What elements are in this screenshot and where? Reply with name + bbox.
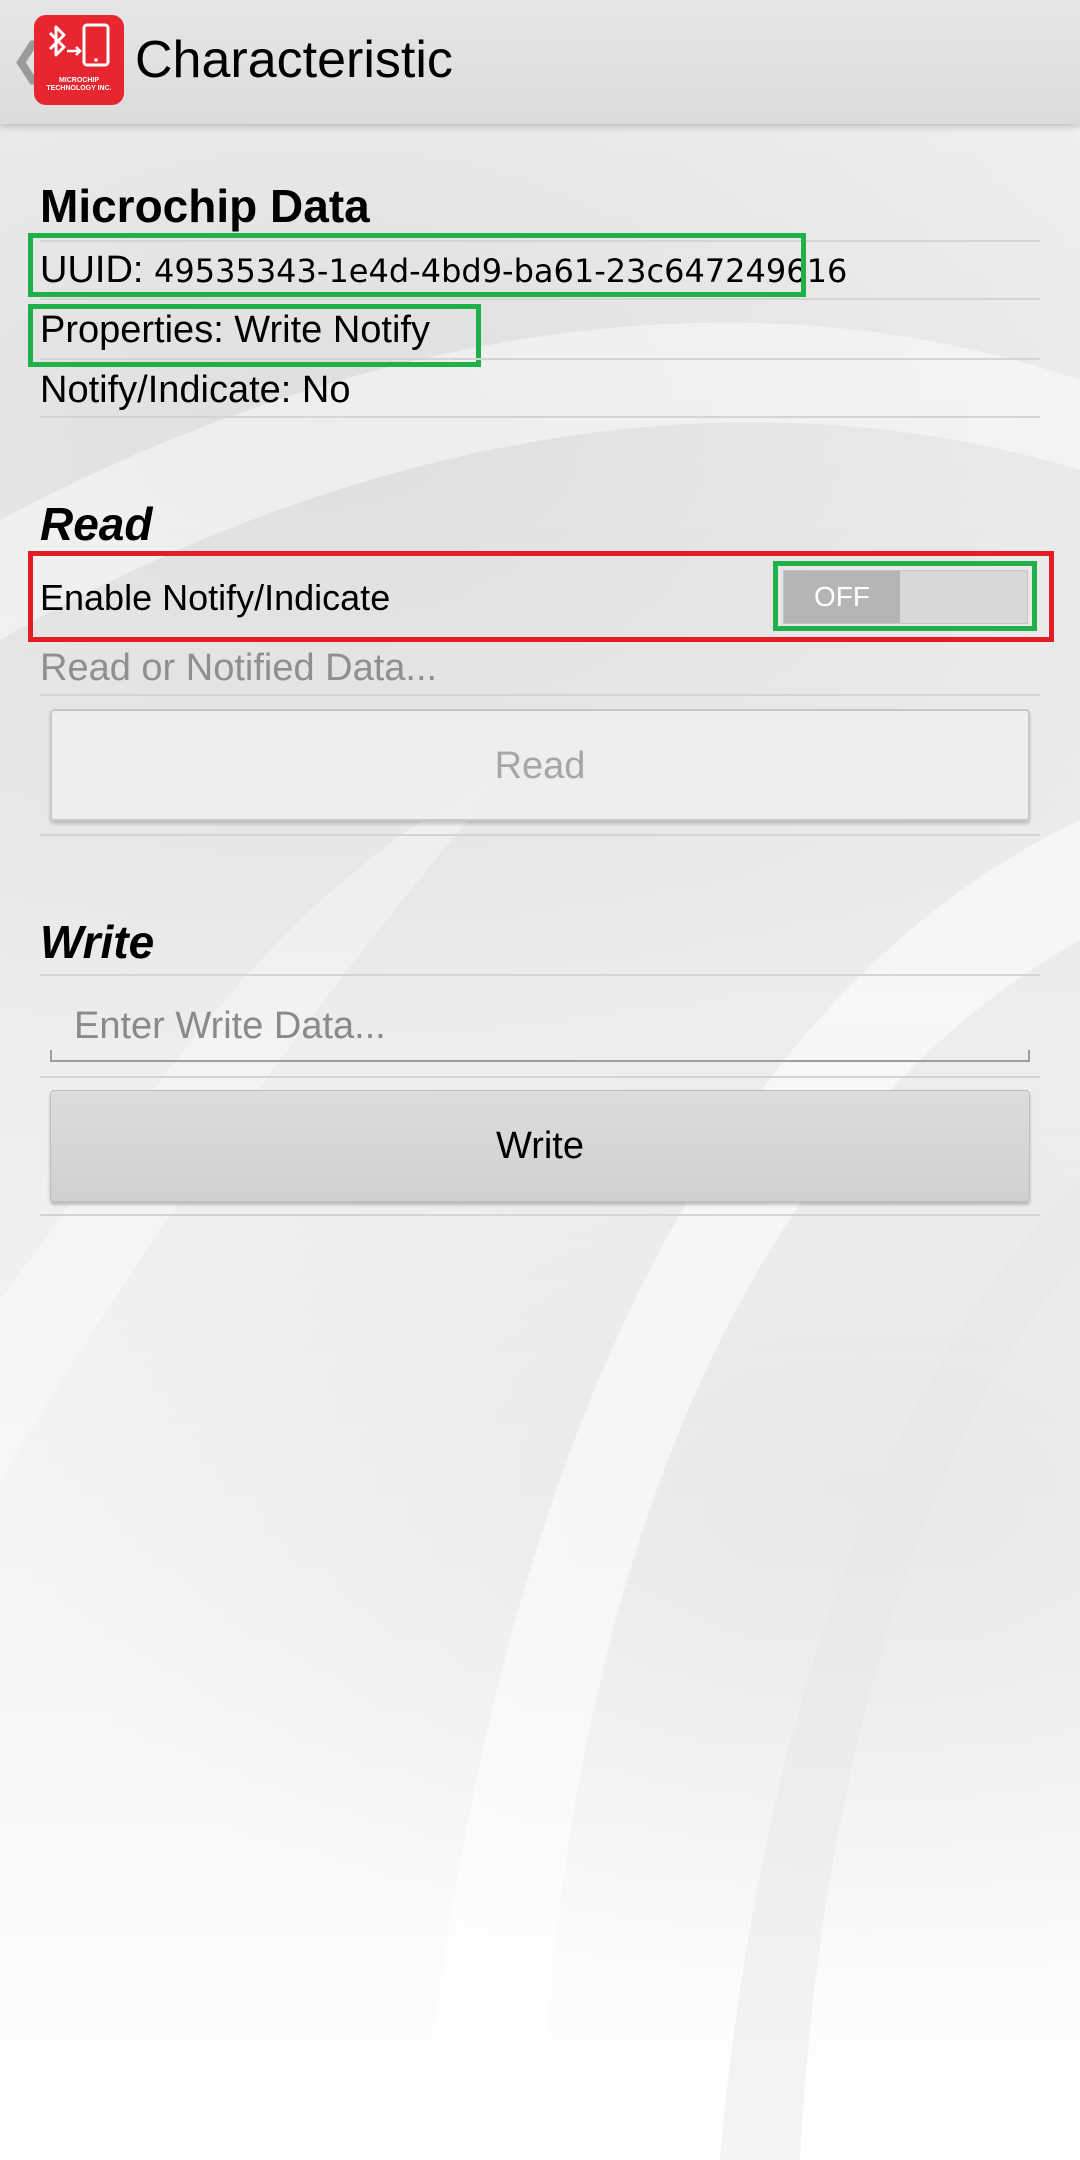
read-heading: Read bbox=[40, 498, 153, 550]
logo-text: MICROCHIP TECHNOLOGY INC. bbox=[46, 77, 112, 92]
read-data-display: Read or Notified Data... bbox=[40, 647, 438, 689]
app-bar: ❮ MICROCHIP TECHNOLOGY INC. Characterist… bbox=[0, 0, 1080, 124]
divider bbox=[40, 298, 1040, 300]
enable-notify-label: Enable Notify/Indicate bbox=[40, 577, 391, 618]
page-title: Characteristic bbox=[135, 31, 453, 89]
read-button[interactable]: Read bbox=[50, 709, 1030, 821]
characteristic-heading: Microchip Data bbox=[40, 180, 370, 232]
divider bbox=[40, 1076, 1040, 1078]
microchip-logo-icon[interactable]: MICROCHIP TECHNOLOGY INC. bbox=[34, 15, 124, 105]
divider bbox=[40, 1214, 1040, 1216]
input-border-tick bbox=[1028, 1050, 1030, 1062]
input-border-tick bbox=[50, 1050, 52, 1062]
write-data-input[interactable] bbox=[50, 992, 1030, 1062]
divider bbox=[40, 358, 1040, 360]
divider bbox=[40, 694, 1040, 696]
notify-indicate-row: Notify/Indicate: No bbox=[40, 369, 351, 411]
write-button[interactable]: Write bbox=[50, 1090, 1030, 1202]
toggle-highlight-box bbox=[773, 561, 1037, 631]
divider bbox=[40, 834, 1040, 836]
divider bbox=[40, 416, 1040, 418]
uuid-highlight-box bbox=[28, 233, 806, 297]
divider bbox=[40, 974, 1040, 976]
write-heading: Write bbox=[40, 916, 155, 968]
